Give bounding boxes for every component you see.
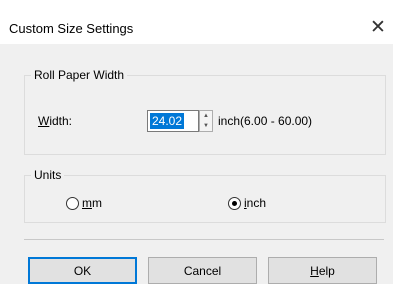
width-spinner[interactable]: ▲ ▼ — [199, 110, 213, 132]
width-range-text: inch(6.00 - 60.00) — [218, 114, 313, 128]
mm-label-text: m — [92, 196, 102, 210]
mm-label-accelerator: m — [82, 196, 92, 210]
width-label-text: idth: — [49, 114, 73, 128]
width-label-accelerator: W — [38, 114, 50, 128]
mm-label: mm — [82, 196, 102, 210]
window-title: Custom Size Settings — [9, 21, 134, 36]
help-button[interactable]: Help — [268, 257, 377, 284]
cancel-button[interactable]: Cancel — [148, 257, 257, 284]
width-value: 24.02 — [150, 113, 185, 129]
help-button-accelerator: H — [310, 263, 319, 278]
ok-button-label: OK — [73, 263, 92, 278]
cancel-button-label: Cancel — [183, 263, 222, 278]
ok-button[interactable]: OK — [28, 257, 137, 284]
units-group-label: Units — [31, 168, 65, 182]
spin-up-icon[interactable]: ▲ — [200, 111, 212, 121]
width-input[interactable]: 24.02 — [147, 110, 199, 132]
help-button-label: elp — [318, 263, 335, 278]
spin-down-icon[interactable]: ▼ — [200, 121, 212, 131]
mm-radio[interactable] — [66, 196, 79, 210]
mm-radio-option[interactable]: mm — [66, 196, 102, 210]
inch-radio[interactable] — [228, 196, 241, 210]
roll-paper-width-group-label: Roll Paper Width — [31, 68, 128, 82]
title-bar: Custom Size Settings ✕ — [0, 0, 393, 44]
separator — [24, 239, 384, 240]
close-icon[interactable]: ✕ — [366, 15, 390, 39]
inch-radio-option[interactable]: inch — [228, 196, 266, 210]
inch-label-text: nch — [246, 196, 267, 210]
width-label: Width: — [38, 114, 72, 128]
inch-label: inch — [244, 196, 266, 210]
